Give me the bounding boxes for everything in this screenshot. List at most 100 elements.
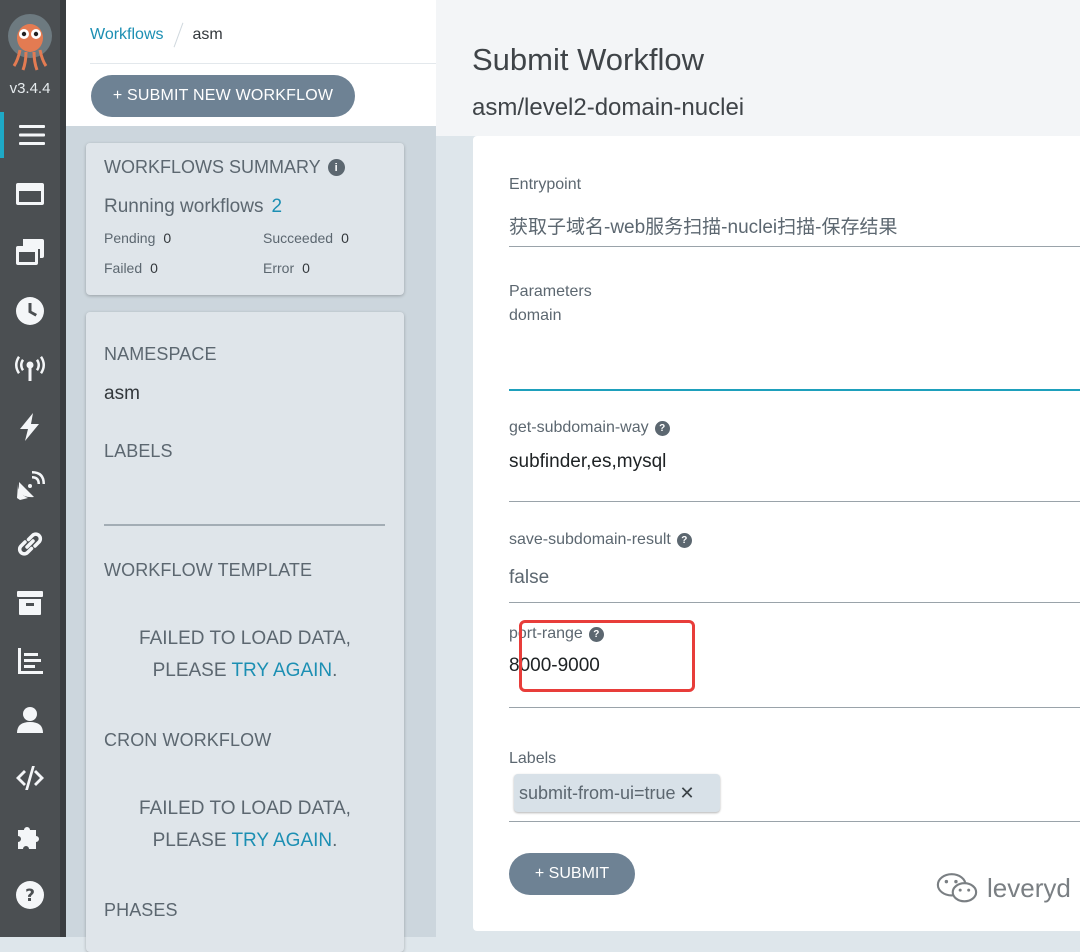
nav-archived[interactable] <box>0 580 60 626</box>
wechat-icon <box>936 873 978 903</box>
cron-error-line2: PLEASE TRY AGAIN. <box>86 825 404 857</box>
close-icon[interactable]: ✕ <box>680 783 695 804</box>
save-result-label: save-subdomain-result? <box>509 531 692 549</box>
pending-stat: Pending 0 <box>104 230 171 246</box>
domain-label: domain <box>509 307 562 324</box>
error-label: Error <box>263 260 295 276</box>
nav-api-docs[interactable] <box>0 755 60 801</box>
chart-icon <box>18 648 43 674</box>
subdomain-way-input[interactable]: subfinder,es,mysql <box>509 451 666 473</box>
cron-error-line1: FAILED TO LOAD DATA, <box>139 798 351 819</box>
annotation-highlight-box <box>519 620 695 692</box>
port-range-underline <box>509 707 1080 708</box>
nav-user[interactable] <box>0 697 60 743</box>
entrypoint-select[interactable]: 获取子域名-web服务扫描-nuclei扫描-保存结果 <box>509 212 897 239</box>
nav-plugins[interactable] <box>0 814 60 860</box>
nav-event-sources[interactable] <box>0 346 60 392</box>
submit-workflow-panel: Submit Workflow asm/level2-domain-nuclei… <box>436 0 1080 937</box>
domain-underline <box>509 389 1080 391</box>
label-chip: submit-from-ui=true ✕ <box>514 774 720 812</box>
watermark-text: leveryd <box>987 872 1071 903</box>
argo-logo[interactable] <box>6 10 54 74</box>
hamburger-icon <box>19 125 45 145</box>
code-icon <box>16 766 44 790</box>
breadcrumb-workflows-link[interactable]: Workflows <box>90 26 164 44</box>
subdomain-way-label-text: get-subdomain-way <box>509 419 649 436</box>
nav-help[interactable]: ? <box>0 872 60 918</box>
workflow-name: asm/level2-domain-nuclei <box>472 94 745 121</box>
labels-heading: LABELS <box>104 441 173 461</box>
version-label: v3.4.4 <box>9 80 51 97</box>
succeeded-stat: Succeeded 0 <box>263 230 349 246</box>
nav-workflow-templates[interactable] <box>0 171 60 217</box>
help-icon[interactable]: ? <box>676 532 692 548</box>
failed-label: Failed <box>104 260 143 276</box>
label-chip-text: submit-from-ui=true <box>519 782 676 803</box>
entrypoint-underline <box>509 246 1080 247</box>
info-icon[interactable]: i <box>327 159 345 176</box>
error-count: 0 <box>302 260 310 276</box>
submit-new-workflow-button[interactable]: + SUBMIT NEW WORKFLOW <box>91 75 355 117</box>
submit-form: Entrypoint 获取子域名-web服务扫描-nuclei扫描-保存结果 P… <box>473 136 1080 931</box>
template-try-again-link[interactable]: TRY AGAIN <box>231 660 332 681</box>
subdomain-way-label: get-subdomain-way? <box>509 419 670 437</box>
error-stat: Error 0 <box>263 260 310 276</box>
save-result-underline <box>509 602 1080 603</box>
submit-button[interactable]: + SUBMIT <box>509 853 635 895</box>
summary-title-text: WORKFLOWS SUMMARY <box>104 157 321 177</box>
entrypoint-label: Entrypoint <box>509 176 582 193</box>
satellite-dish-icon <box>17 471 45 500</box>
nav-links[interactable] <box>0 521 60 567</box>
pending-count: 0 <box>163 230 172 246</box>
stacked-windows-icon <box>16 239 44 265</box>
side-nav: v3.4.4 ? <box>0 0 66 937</box>
subdomain-way-underline <box>509 501 1080 502</box>
succeeded-label: Succeeded <box>263 230 334 246</box>
nav-cron-workflows[interactable] <box>0 288 60 334</box>
succeeded-count: 0 <box>341 230 349 246</box>
workflow-list-panel: Workflows asm + SUBMIT NEW WORKFLOW WORK… <box>66 0 436 952</box>
user-icon <box>17 707 43 733</box>
toolbar: Workflows asm + SUBMIT NEW WORKFLOW <box>66 0 436 126</box>
pending-label: Pending <box>104 230 156 246</box>
toolbar-divider <box>90 63 436 64</box>
antenna-icon <box>15 356 45 381</box>
nav-cluster-templates[interactable] <box>0 229 60 275</box>
labels-underline <box>509 821 1080 822</box>
template-load-error: FAILED TO LOAD DATA, PLEASE TRY AGAIN. <box>86 623 404 687</box>
running-workflows: Running workflows 2 <box>104 196 282 218</box>
svg-text:?: ? <box>25 886 35 906</box>
cron-load-error: FAILED TO LOAD DATA, PLEASE TRY AGAIN. <box>86 793 404 857</box>
help-icon: ? <box>16 881 44 909</box>
domain-input[interactable] <box>509 342 1080 386</box>
nav-workflows[interactable] <box>0 112 60 158</box>
archive-box-icon <box>17 591 43 615</box>
workflow-details-card: NAMESPACE asm LABELS WORKFLOW TEMPLATE F… <box>86 312 404 952</box>
panel-header: Submit Workflow asm/level2-domain-nuclei <box>436 0 1080 136</box>
breadcrumb: Workflows asm <box>90 22 223 48</box>
labels-label: Labels <box>509 750 557 767</box>
workflow-template-heading: WORKFLOW TEMPLATE <box>104 560 313 580</box>
link-icon <box>17 532 43 556</box>
cron-error-please: PLEASE <box>152 830 232 851</box>
failed-stat: Failed 0 <box>104 260 158 276</box>
save-result-select[interactable]: false <box>509 567 549 589</box>
running-label: Running workflows <box>104 196 264 217</box>
workflows-summary-card: WORKFLOWS SUMMARY i Running workflows 2 P… <box>86 143 404 295</box>
parameters-label: Parameters <box>509 283 592 300</box>
running-count[interactable]: 2 <box>271 196 282 217</box>
help-icon[interactable]: ? <box>654 420 670 436</box>
cron-try-again-link[interactable]: TRY AGAIN <box>231 830 332 851</box>
save-result-label-text: save-subdomain-result <box>509 531 671 548</box>
breadcrumb-separator <box>173 22 183 48</box>
nav-sensors[interactable] <box>0 404 60 450</box>
nav-reports[interactable] <box>0 638 60 684</box>
template-error-line1: FAILED TO LOAD DATA, <box>139 628 351 649</box>
breadcrumb-current: asm <box>192 26 223 43</box>
clock-icon <box>16 297 44 325</box>
namespace-value: asm <box>104 383 140 404</box>
phases-heading: PHASES <box>104 900 178 920</box>
puzzle-icon <box>18 827 39 849</box>
nav-event-flow[interactable] <box>0 463 60 509</box>
cron-workflow-heading: CRON WORKFLOW <box>104 730 272 750</box>
